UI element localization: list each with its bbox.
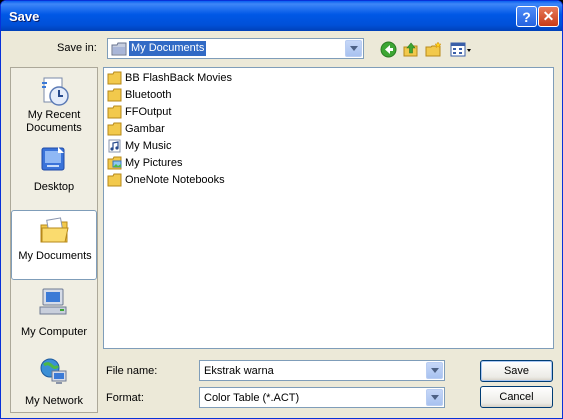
pictures-folder-icon <box>107 156 122 170</box>
save-in-dropdown[interactable]: My Documents <box>107 38 364 59</box>
music-folder-icon <box>108 139 121 153</box>
file-name: BB FlashBack Movies <box>125 72 232 84</box>
place-my-network[interactable]: My Network <box>11 352 97 412</box>
file-name: FFOutput <box>125 106 172 118</box>
back-icon[interactable] <box>378 39 398 59</box>
my-documents-icon <box>39 215 71 247</box>
format-label: Format: <box>106 392 144 404</box>
place-my-computer[interactable]: My Computer <box>11 282 97 350</box>
folder-icon <box>107 105 122 119</box>
file-name-field[interactable]: Ekstrak warna <box>199 360 445 381</box>
folder-icon <box>107 122 122 136</box>
folder-icon <box>107 88 122 102</box>
title-bar[interactable]: Save ? ✕ <box>1 1 562 31</box>
folder-icon <box>107 173 122 187</box>
save-button[interactable]: Save <box>480 360 553 382</box>
cancel-button[interactable]: Cancel <box>480 386 553 408</box>
chevron-down-icon[interactable] <box>426 362 443 379</box>
new-folder-icon[interactable] <box>424 39 444 59</box>
save-dialog: Save ? ✕ Save in: My Documents My Recent… <box>0 0 563 419</box>
place-label: My Recent Documents <box>26 109 82 134</box>
place-label: Desktop <box>33 181 75 193</box>
file-name-label: File name: <box>106 365 158 377</box>
view-menu-icon[interactable] <box>449 39 473 59</box>
place-label: My Documents <box>18 250 92 262</box>
format-value: Color Table (*.ACT) <box>204 392 300 404</box>
close-button[interactable]: ✕ <box>538 6 559 27</box>
recent-documents-icon <box>38 75 70 107</box>
save-in-label: Save in: <box>57 42 97 54</box>
place-desktop[interactable]: Desktop <box>11 140 97 208</box>
place-label: My Computer <box>20 326 88 338</box>
file-name: My Music <box>125 140 172 152</box>
my-documents-small-icon <box>111 42 127 59</box>
places-bar: My Recent Documents Desktop My Documents… <box>10 67 98 413</box>
list-item[interactable]: BB FlashBack Movies <box>107 70 232 86</box>
folder-icon <box>107 71 122 85</box>
my-computer-icon <box>38 286 70 318</box>
place-my-recent-documents[interactable]: My Recent Documents <box>11 71 97 139</box>
file-name: My Pictures <box>125 157 183 169</box>
file-name-value: Ekstrak warna <box>204 365 274 377</box>
list-item[interactable]: My Pictures <box>107 155 182 171</box>
format-dropdown[interactable]: Color Table (*.ACT) <box>199 387 445 408</box>
file-name: OneNote Notebooks <box>125 174 225 186</box>
list-item[interactable]: My Music <box>107 138 171 154</box>
list-item[interactable]: FFOutput <box>107 104 171 120</box>
file-list[interactable]: BB FlashBack Movies Bluetooth FFOutput G… <box>103 67 554 349</box>
list-item[interactable]: OneNote Notebooks <box>107 172 225 188</box>
list-item[interactable]: Gambar <box>107 121 165 137</box>
desktop-icon <box>38 144 70 176</box>
file-name: Bluetooth <box>125 89 172 101</box>
file-name: Gambar <box>125 123 165 135</box>
my-network-icon <box>38 356 70 388</box>
list-item[interactable]: Bluetooth <box>107 87 171 103</box>
place-label: My Network <box>24 395 84 407</box>
place-my-documents[interactable]: My Documents <box>11 210 97 280</box>
help-button[interactable]: ? <box>516 6 537 27</box>
window-title: Save <box>9 9 40 24</box>
up-folder-icon[interactable] <box>400 39 420 59</box>
chevron-down-icon[interactable] <box>426 389 443 406</box>
chevron-down-icon[interactable] <box>345 40 362 57</box>
save-in-value: My Documents <box>129 41 207 56</box>
